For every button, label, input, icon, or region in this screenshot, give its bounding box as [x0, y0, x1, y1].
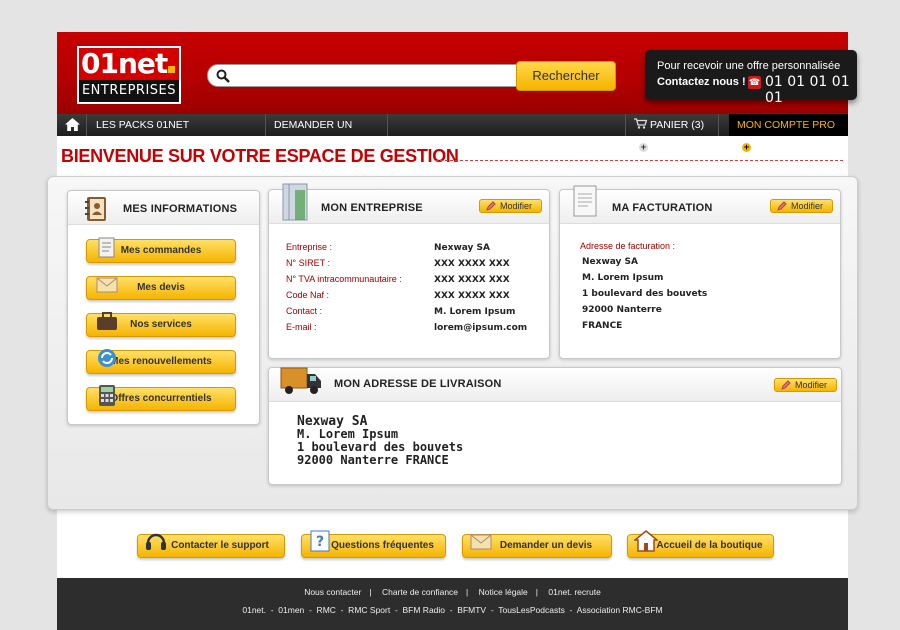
search-icon: [216, 69, 230, 83]
livraison-line: 92000 Nanterre FRANCE: [297, 453, 449, 467]
plus-icon: +: [639, 141, 648, 152]
calculator-icon: [99, 385, 115, 406]
field-value: Nexway SA: [434, 243, 490, 253]
menu-panel: MES INFORMATIONS Mes commandes Mes devis…: [67, 190, 260, 425]
page: 01net ENTREPRISES Rechercher Pour recevo…: [47, 32, 858, 630]
footer-links: Nous contacter | Charte de confiance | Not…: [304, 587, 601, 597]
pencil-icon: [781, 380, 791, 390]
field-value: lorem@ipsum.com: [434, 323, 528, 333]
logo-subtitle: ENTREPRISES: [79, 80, 179, 102]
field-label: Code Naf :: [286, 290, 330, 300]
pencil-icon: [777, 201, 787, 211]
truck-icon: [280, 367, 321, 394]
promo-phone[interactable]: 01 01 01 01 01: [765, 74, 857, 106]
svg-text:?: ?: [316, 534, 324, 550]
livraison-address: Nexway SA M. Lorem Ipsum 1 boulevard des…: [297, 415, 463, 467]
search-input[interactable]: [234, 67, 509, 85]
refresh-icon: [98, 349, 116, 367]
nav-item-packs[interactable]: LES PACKS 01NET ENTREPRISES: [88, 114, 266, 153]
quote-button[interactable]: Demander un devis: [462, 534, 612, 558]
phone-icon: ☎: [748, 76, 761, 89]
livraison-panel: MON ADRESSE DE LIVRAISON Modifier Nexway…: [268, 367, 842, 485]
home-icon: [65, 118, 80, 131]
footer-link[interactable]: Charte de confiance: [382, 587, 458, 597]
facturation-title: MA FACTURATION: [612, 202, 713, 214]
menu-title: MES INFORMATIONS: [123, 203, 238, 215]
building-icon: [282, 183, 308, 221]
title-divider: [435, 160, 843, 161]
facturation-label: Adresse de facturation :: [580, 241, 676, 251]
cart-label: PANIER (3): [650, 119, 705, 131]
entreprise-panel: MON ENTREPRISE Modifier Entreprise : Nex…: [268, 183, 550, 359]
logo-text: 01net: [81, 47, 168, 80]
headset-icon: [146, 533, 166, 550]
field-value: M. Lorem Ipsum: [434, 307, 516, 317]
nav-home[interactable]: [57, 114, 87, 136]
modify-facturation-button[interactable]: Modifier: [770, 199, 833, 213]
livraison-title: MON ADRESSE DE LIVRAISON: [334, 378, 502, 390]
entreprise-title: MON ENTREPRISE: [321, 202, 423, 214]
menu-item-renouvellements[interactable]: Mes renouvellements: [86, 349, 236, 374]
field-value: XXX XXXX XXX: [434, 259, 510, 269]
field-value: XXX XXXX XXX: [434, 275, 510, 285]
field-label: N° TVA intracommunautaire :: [286, 274, 402, 284]
support-button[interactable]: Contacter le support: [137, 533, 285, 558]
house-icon: [634, 530, 658, 552]
modify-livraison-button[interactable]: Modifier: [774, 378, 837, 392]
facturation-line: Nexway SA: [582, 257, 638, 267]
pencil-icon: [486, 201, 496, 211]
facturation-panel: MA FACTURATION Modifier Adresse de factu…: [559, 185, 841, 359]
search-box: [207, 64, 517, 87]
nav-account[interactable]: MON COMPTE PRO +: [729, 114, 848, 152]
header: 01net ENTREPRISES Rechercher Pour recevo…: [57, 32, 857, 114]
facturation-line: M. Lorem Ipsum: [582, 273, 664, 283]
footer: Nous contacter | Charte de confiance | Not…: [57, 578, 848, 630]
dashboard-panel: MES INFORMATIONS Mes commandes Mes devis…: [47, 176, 858, 510]
nav-cart[interactable]: PANIER (3)+: [625, 114, 719, 152]
promo-line1: Pour recevoir une offre personnalisée: [657, 60, 841, 72]
search-button[interactable]: Rechercher: [516, 61, 616, 91]
nav-item-devis[interactable]: DEMANDER UN DEVIS: [266, 114, 388, 153]
logo-dot: [168, 66, 176, 73]
menu-item-devis[interactable]: Mes devis: [86, 276, 236, 300]
page-title: BIENVENUE SUR VOTRE ESPACE DE GESTION: [61, 146, 459, 166]
menu-item-services[interactable]: Nos services: [86, 312, 236, 337]
plus-icon: +: [742, 141, 751, 152]
footer-link[interactable]: Notice légale: [479, 587, 528, 597]
footer-network-links[interactable]: 01net. - 01men - RMC - RMC Sport - BFM R…: [57, 605, 848, 615]
briefcase-icon: [97, 312, 117, 330]
shop-home-button[interactable]: Accueil de la boutique: [627, 530, 774, 558]
footer-link[interactable]: Nous contacter: [304, 587, 361, 597]
site-logo[interactable]: 01net ENTREPRISES: [77, 46, 181, 104]
address-book-icon: [85, 197, 106, 221]
account-label: MON COMPTE PRO: [737, 119, 836, 131]
invoice-icon: [573, 185, 597, 217]
field-label: Entreprise :: [286, 242, 333, 252]
envelope-icon: [96, 277, 118, 293]
main-nav: LES PACKS 01NET ENTREPRISES DEMANDER UN …: [57, 114, 848, 153]
faq-button[interactable]: ? Questions fréquentes: [301, 530, 446, 558]
footer-link[interactable]: 01net. recrute: [548, 587, 600, 597]
field-label: Contact :: [286, 306, 323, 316]
field-label: N° SIRET :: [286, 258, 330, 268]
field-label: E-mail :: [286, 322, 317, 332]
facturation-line: FRANCE: [582, 321, 623, 331]
promo-line2: Contactez nous !: [657, 76, 746, 88]
facturation-line: 92000 Nanterre: [582, 305, 662, 315]
orders-icon: [98, 237, 115, 258]
field-value: XXX XXXX XXX: [434, 291, 510, 301]
menu-item-commandes[interactable]: Mes commandes: [86, 237, 236, 263]
modify-entreprise-button[interactable]: Modifier: [479, 199, 542, 213]
envelope-icon: [470, 534, 492, 550]
question-icon: ?: [310, 530, 330, 552]
facturation-line: 1 boulevard des bouvets: [582, 289, 708, 299]
promo-box: Pour recevoir une offre personnalisée Co…: [645, 50, 857, 106]
menu-item-concurrentiels[interactable]: Offres concurrentiels: [86, 385, 236, 411]
cart-icon: [634, 118, 648, 129]
